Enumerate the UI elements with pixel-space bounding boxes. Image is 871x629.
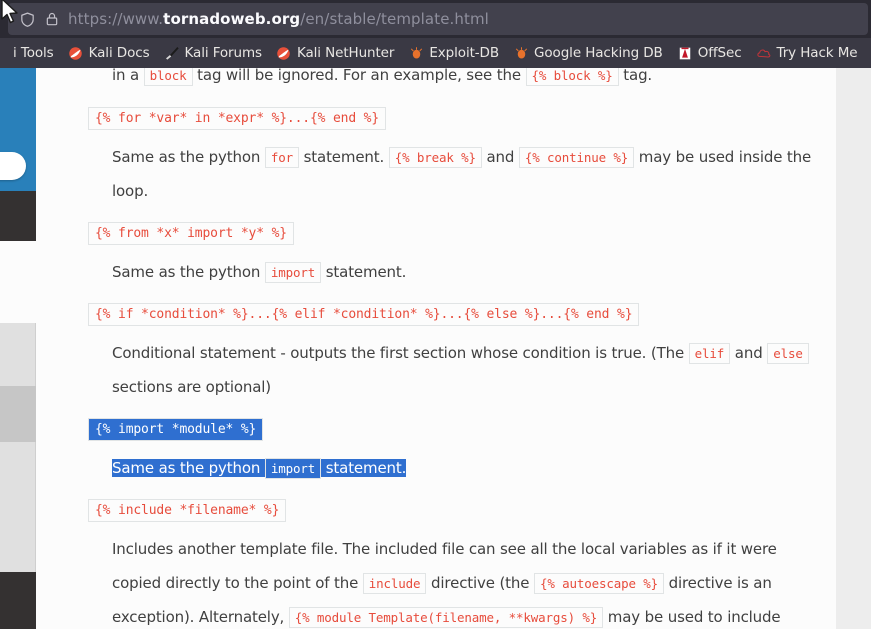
- shield-icon[interactable]: [18, 10, 36, 28]
- sidebar-white-gap: [0, 241, 36, 323]
- bookmark-label: OffSec: [697, 45, 742, 61]
- code-block: block: [143, 68, 193, 86]
- code-elif: elif: [688, 343, 731, 364]
- directive-import: {% import *module* %}: [88, 411, 820, 445]
- bookmark-kali-tools[interactable]: i Tools: [0, 41, 60, 65]
- paragraph-from: Same as the python import statement.: [88, 255, 820, 289]
- url-text[interactable]: https://www.tornadoweb.org/en/stable/tem…: [68, 10, 489, 28]
- text-fragment: and: [481, 148, 519, 166]
- text-fragment: tag.: [618, 68, 653, 84]
- text-fragment: and: [730, 344, 768, 362]
- bookmark-kali-docs[interactable]: Kali Docs: [62, 41, 156, 65]
- code-module-template: {% module Template(filename, **kwargs) %…: [288, 607, 604, 628]
- directive-code-include: {% include *filename* %}: [88, 499, 287, 522]
- bookmark-label: Kali NetHunter: [296, 45, 395, 61]
- code-block-tag: {% block %}: [525, 68, 619, 86]
- exploit-db-icon: [408, 45, 424, 61]
- bookmark-offsec[interactable]: OffSec: [671, 41, 748, 65]
- documentation-content: in a block tag will be ignored. For an e…: [36, 68, 836, 629]
- paragraph-include: Includes another template file. The incl…: [88, 532, 820, 629]
- browser-chrome: https://www.tornadoweb.org/en/stable/tem…: [0, 0, 871, 68]
- directive-if: {% if *condition* %}...{% elif *conditio…: [88, 296, 820, 330]
- text-fragment: sections are optional): [112, 378, 271, 396]
- directive-code-for: {% for *var* in *expr* %}...{% end %}: [88, 107, 387, 130]
- directive-code-import: {% import *module* %}: [88, 418, 264, 441]
- url-scheme: https://www.: [68, 10, 164, 28]
- tryhackme-icon: [756, 45, 772, 61]
- kali-forums-icon: [164, 45, 180, 61]
- directive-from: {% from *x* import *y* %}: [88, 215, 820, 249]
- code-break: {% break %}: [388, 147, 482, 168]
- paragraph-if: Conditional statement - outputs the firs…: [88, 336, 820, 404]
- kali-nethunter-icon: [276, 45, 292, 61]
- code-import: import: [264, 262, 322, 283]
- bookmark-hackthebox[interactable]: Ha: [865, 41, 871, 65]
- left-side-panel: [0, 68, 36, 629]
- text-fragment: Same as the python: [112, 148, 265, 166]
- bookmark-label: Kali Forums: [184, 45, 263, 61]
- code-include: include: [362, 573, 427, 594]
- bookmark-label: i Tools: [13, 45, 54, 61]
- text-fragment: tag will be ignored. For an example, see…: [192, 68, 526, 84]
- offsec-icon: [677, 45, 693, 61]
- url-path: /en/stable/template.html: [300, 10, 489, 28]
- sidebar-scrollbar-thumb[interactable]: [0, 386, 36, 442]
- bookmarks-bar: i Tools Kali Docs Kali Forums Kali NetHu…: [0, 38, 871, 68]
- text-fragment-selected: Same as the python: [112, 459, 265, 477]
- paragraph-for: Same as the python for statement. {% bre…: [88, 140, 820, 208]
- text-fragment: directive (the: [426, 574, 534, 592]
- text-fragment: Same as the python: [112, 263, 265, 281]
- right-page-gutter: [836, 68, 871, 629]
- bookmark-kali-nethunter[interactable]: Kali NetHunter: [270, 41, 400, 65]
- sidebar-dark-band-bottom: [0, 572, 36, 629]
- url-bar[interactable]: https://www.tornadoweb.org/en/stable/tem…: [8, 3, 868, 35]
- directive-code-if: {% if *condition* %}...{% elif *conditio…: [88, 303, 640, 326]
- toggle-switch-knob[interactable]: [0, 152, 26, 180]
- page-viewport: in a block tag will be ignored. For an e…: [0, 68, 871, 629]
- bookmark-google-hacking-db[interactable]: Google Hacking DB: [507, 41, 669, 65]
- bookmark-exploit-db[interactable]: Exploit-DB: [402, 41, 505, 65]
- paragraph-block-tag: in a block tag will be ignored. For an e…: [88, 68, 820, 92]
- bookmark-try-hack-me[interactable]: Try Hack Me: [750, 41, 864, 65]
- text-fragment: statement.: [321, 263, 407, 281]
- code-else: else: [767, 343, 809, 364]
- bookmark-label: Google Hacking DB: [534, 45, 663, 61]
- directive-code-from: {% from *x* import *y* %}: [88, 222, 294, 245]
- text-fragment: statement.: [299, 148, 389, 166]
- code-for: for: [264, 147, 300, 168]
- paragraph-import-selected: Same as the python import statement.: [88, 451, 820, 485]
- directive-for: {% for *var* in *expr* %}...{% end %}: [88, 100, 820, 134]
- code-continue: {% continue %}: [518, 147, 635, 168]
- bookmark-label: Exploit-DB: [429, 45, 500, 61]
- url-bar-row: https://www.tornadoweb.org/en/stable/tem…: [0, 0, 871, 38]
- google-hacking-db-icon: [513, 45, 529, 61]
- text-fragment-selected: statement.: [321, 459, 407, 477]
- directive-include: {% include *filename* %}: [88, 492, 820, 526]
- url-host: tornadoweb.org: [163, 10, 301, 28]
- lock-icon[interactable]: [43, 10, 61, 28]
- bookmark-label: Kali Docs: [88, 45, 150, 61]
- bookmark-kali-forums[interactable]: Kali Forums: [158, 41, 268, 65]
- code-autoescape: {% autoescape %}: [533, 573, 664, 594]
- sidebar-dark-band-top: [0, 191, 36, 241]
- text-fragment: Conditional statement - outputs the firs…: [112, 344, 689, 362]
- code-import-selected: import: [264, 458, 322, 479]
- kali-tools-icon: [0, 45, 8, 61]
- text-fragment: in a: [112, 68, 144, 84]
- kali-dragon-icon: [68, 45, 84, 61]
- sidebar-toggle-region[interactable]: [0, 68, 36, 191]
- bookmark-label: Try Hack Me: [776, 45, 858, 61]
